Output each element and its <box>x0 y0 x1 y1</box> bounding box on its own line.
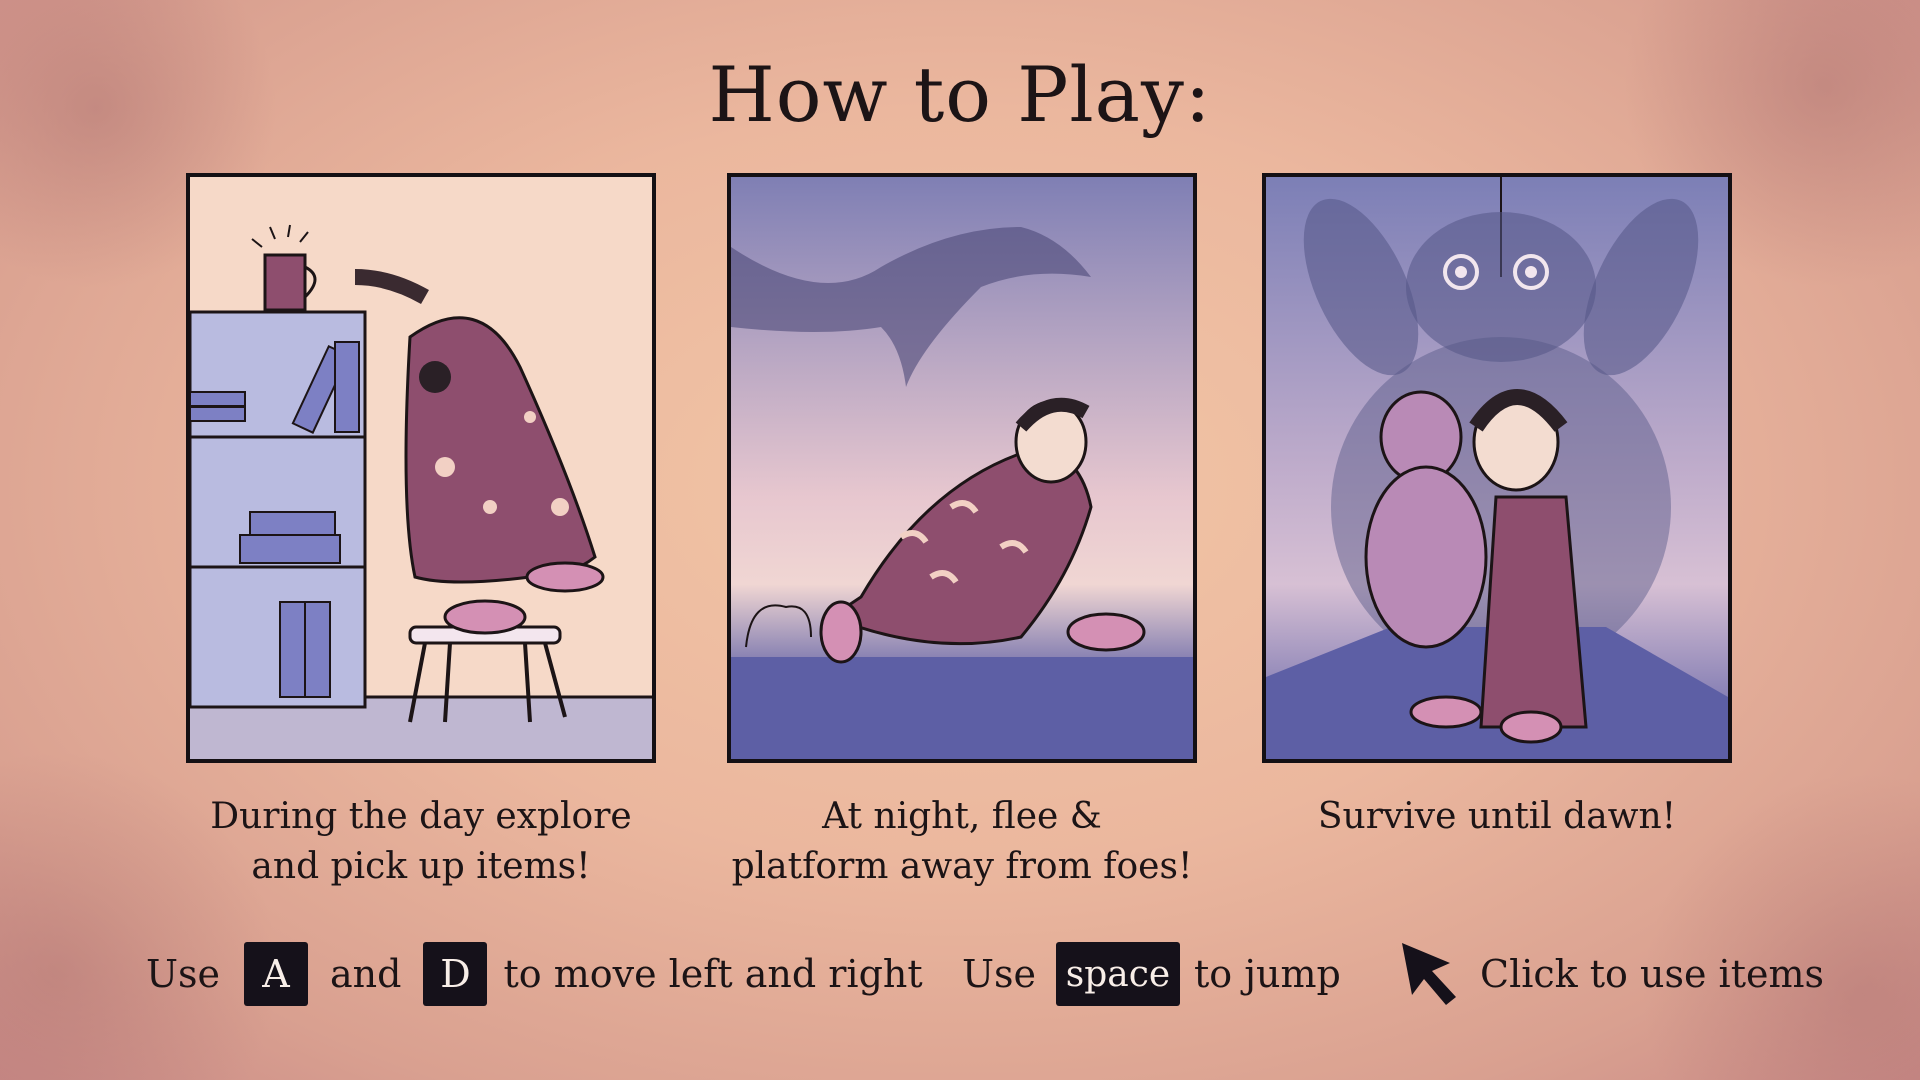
panel-survive <box>1262 173 1732 763</box>
caption-survive: Survive until dawn! <box>1237 792 1757 842</box>
panel-night-flee <box>727 173 1197 763</box>
caption-line: At night, flee & <box>822 796 1102 837</box>
night-flee-illustration <box>731 227 1193 759</box>
use-label: Use <box>962 952 1037 996</box>
use-label: Use <box>146 952 221 996</box>
key-a: A <box>244 942 309 1006</box>
caption-line: Survive until dawn! <box>1317 796 1677 837</box>
key-d: D <box>423 942 488 1006</box>
survive-illustration <box>1266 177 1728 759</box>
panel-day-explore <box>186 173 656 763</box>
day-explore-illustration <box>190 224 652 759</box>
and-label: and <box>330 952 402 996</box>
caption-line: platform away from foes! <box>731 846 1193 887</box>
key-space: space <box>1056 942 1181 1006</box>
cursor-arrow-icon <box>1402 943 1456 1005</box>
move-controls-hint: Use A and D to move left and right <box>146 940 923 1008</box>
caption-night-flee: At night, flee & platform away from foes… <box>702 792 1222 892</box>
move-text: to move left and right <box>503 952 923 996</box>
jump-text: to jump <box>1194 952 1341 996</box>
jump-controls-hint: Use space to jump <box>962 940 1341 1008</box>
page-title: How to Play: <box>708 50 1212 139</box>
caption-line: and pick up items! <box>251 846 591 887</box>
caption-day-explore: During the day explore and pick up items… <box>161 792 681 892</box>
caption-line: During the day explore <box>210 796 632 837</box>
click-controls-hint: Click to use items <box>1398 940 1824 1008</box>
click-text: Click to use items <box>1480 952 1824 996</box>
